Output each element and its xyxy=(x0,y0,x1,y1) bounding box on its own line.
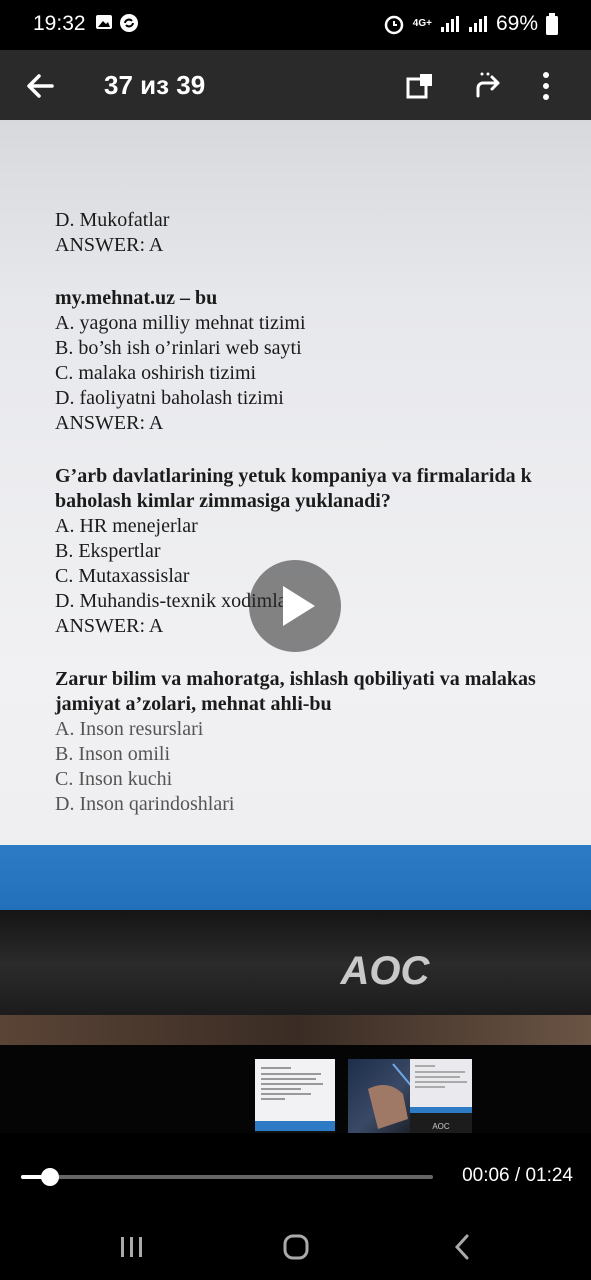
document-line: A. yagona milliy mehnat tizimi xyxy=(55,312,306,334)
document-line: ANSWER: A xyxy=(55,234,164,256)
thumb-document-monitor[interactable]: AOC xyxy=(410,1059,472,1139)
play-icon xyxy=(283,586,315,626)
play-button[interactable] xyxy=(249,560,341,652)
document-line: C. Inson kuchi xyxy=(55,768,173,790)
document-line: A. Inson resurslari xyxy=(55,718,204,740)
monitor-bezel xyxy=(0,910,591,1020)
thumbnail-strip: AOC xyxy=(0,1045,591,1139)
battery-percent: 69% xyxy=(495,12,538,35)
recent-apps-icon[interactable] xyxy=(112,1231,152,1263)
document-line: jamiyat a’zolari, mehnat ahli-bu xyxy=(55,693,332,715)
document-line: B. bo’sh ish o’rinlari web sayti xyxy=(55,337,302,359)
time-display: 00:06 / 01:24 xyxy=(462,1165,573,1187)
gallery-icon xyxy=(96,15,112,29)
document-line: D. Mukofatlar xyxy=(55,209,170,231)
document-line: A. HR menejerlar xyxy=(55,515,198,537)
svg-text:AOC: AOC xyxy=(340,949,431,990)
more-icon[interactable] xyxy=(540,70,552,102)
document-line: C. malaka oshirish tizimi xyxy=(55,362,257,384)
thumb-document[interactable] xyxy=(255,1059,335,1139)
document-line: Zarur bilim va mahoratga, ishlash qobili… xyxy=(55,668,536,690)
share-icon[interactable] xyxy=(472,70,504,102)
signal-icon xyxy=(440,16,459,32)
seek-handle[interactable] xyxy=(41,1168,59,1186)
media-counter: 37 из 39 xyxy=(104,70,206,100)
video-seek-bar: 00:06 / 01:24 xyxy=(0,1133,591,1213)
document-line: baholash kimlar zimmasiga yuklanadi? xyxy=(55,490,391,512)
sync-icon xyxy=(120,14,138,32)
document-line: my.mehnat.uz – bu xyxy=(55,287,218,309)
status-time: 19:32 xyxy=(33,12,86,35)
system-nav-bar xyxy=(0,1213,591,1280)
monitor-logo: AOC xyxy=(340,949,431,990)
current-time: 00:06 xyxy=(462,1165,510,1186)
total-time: 01:24 xyxy=(525,1165,573,1186)
network-type: 4G+ xyxy=(412,18,432,29)
document-line: B. Ekspertlar xyxy=(55,540,161,562)
back-arrow-icon[interactable] xyxy=(22,68,58,104)
copy-icon[interactable] xyxy=(404,70,436,102)
battery-icon xyxy=(546,13,558,35)
document-line: G’arb davlatlarining yetuk kompaniya va … xyxy=(55,465,532,487)
status-bar: 19:32 4G+ 69% xyxy=(0,0,591,50)
document-line: D. faoliyatni baholash tizimi xyxy=(55,387,284,409)
svg-text:AOC: AOC xyxy=(432,1122,450,1131)
document-line: ANSWER: A xyxy=(55,412,164,434)
document-line: B. Inson omili xyxy=(55,743,171,765)
alarm-icon xyxy=(384,15,404,35)
home-icon[interactable] xyxy=(276,1231,316,1263)
seek-track[interactable] xyxy=(21,1168,433,1186)
desk-surface xyxy=(0,1015,591,1045)
time-separator: / xyxy=(509,1165,526,1186)
signal-2-icon xyxy=(468,16,487,32)
nav-back-icon[interactable] xyxy=(443,1231,483,1263)
document-line: D. Inson qarindoshlari xyxy=(55,793,235,815)
document-text: D. Mukofatlar ANSWER: A my.mehnat.uz – bu A… xyxy=(55,208,591,817)
viewer-toolbar: 37 из 39 xyxy=(0,50,591,120)
